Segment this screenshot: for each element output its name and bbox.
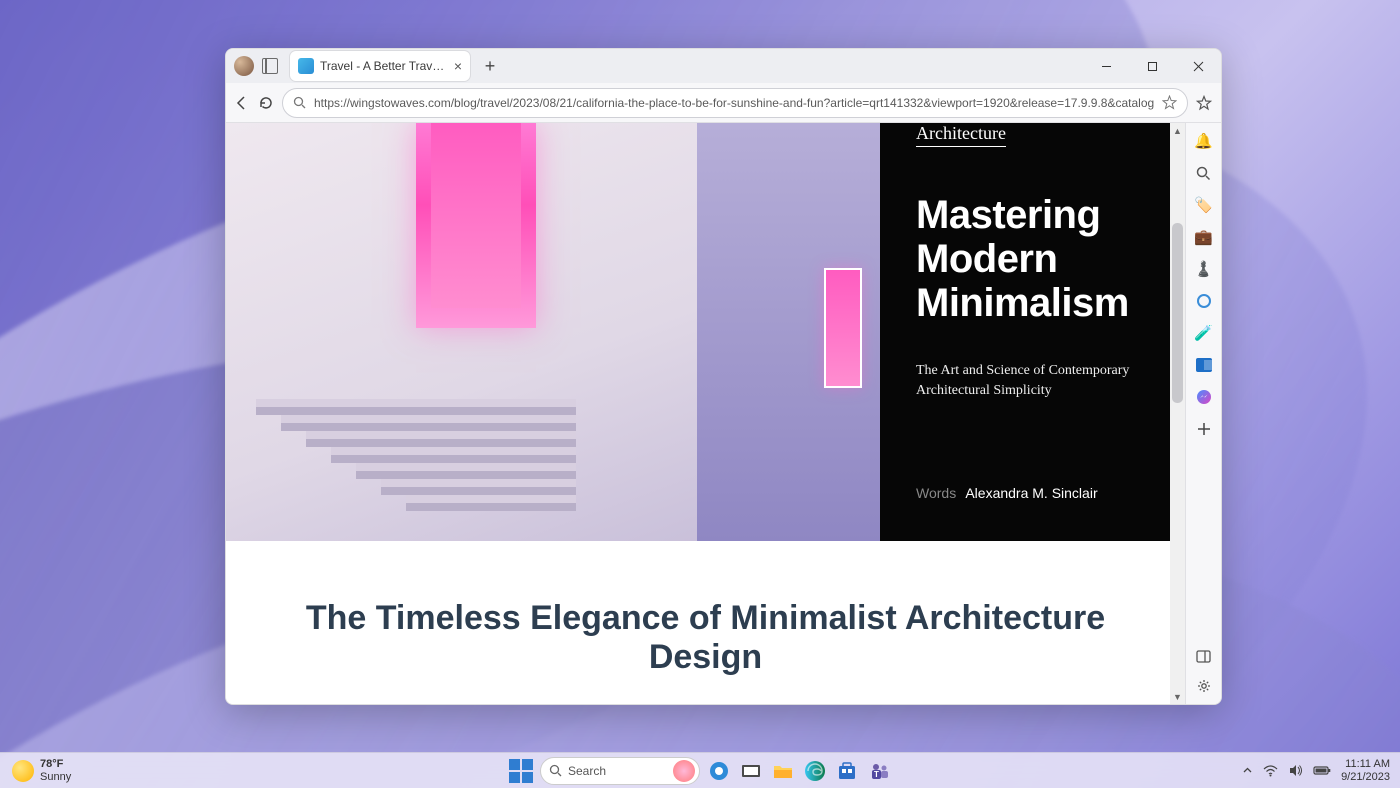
wifi-icon[interactable] [1263, 765, 1278, 777]
file-explorer-icon[interactable] [770, 758, 796, 784]
page-content: Architecture Mastering Modern Minimalism… [226, 123, 1185, 704]
article-section: The Timeless Elegance of Minimalist Arch… [226, 541, 1185, 704]
favorites-button[interactable] [1196, 89, 1212, 117]
sidebar-search-icon[interactable] [1194, 163, 1214, 183]
search-icon [293, 96, 306, 109]
title-bar: Travel - A Better Travel Experience × + [226, 49, 1221, 83]
battery-icon[interactable] [1313, 765, 1331, 776]
window-minimize-button[interactable] [1083, 49, 1129, 83]
briefcase-icon[interactable]: 💼 [1194, 227, 1214, 247]
hero-image [226, 123, 880, 541]
window-close-button[interactable] [1175, 49, 1221, 83]
tab-actions-icon[interactable] [262, 58, 278, 74]
teams-app-icon[interactable]: T [866, 758, 892, 784]
copilot-icon[interactable] [1194, 291, 1214, 311]
scroll-thumb[interactable] [1172, 223, 1183, 403]
taskbar-center: Search T [508, 757, 892, 785]
weather-sun-icon [12, 760, 34, 782]
taskbar-search[interactable]: Search [540, 757, 700, 785]
tray-chevron-icon[interactable] [1242, 765, 1253, 776]
url-text: https://wingstowaves.com/blog/travel/202… [314, 96, 1154, 110]
edge-app-icon[interactable] [802, 758, 828, 784]
tag-icon[interactable]: 🏷️ [1194, 195, 1214, 215]
volume-icon[interactable] [1288, 764, 1303, 777]
window-maximize-button[interactable] [1129, 49, 1175, 83]
tab-title: Travel - A Better Travel Experience [320, 59, 448, 73]
refresh-button[interactable] [258, 89, 274, 117]
notifications-icon[interactable]: 🔔 [1194, 131, 1214, 151]
new-tab-button[interactable]: + [478, 56, 502, 77]
start-button[interactable] [508, 758, 534, 784]
desktop-background: Travel - A Better Travel Experience × + … [0, 0, 1400, 788]
back-button[interactable] [234, 89, 250, 117]
favorite-star-icon[interactable] [1162, 95, 1177, 110]
hero-author: Words Alexandra M. Sinclair [916, 485, 1149, 501]
taskbar-tray: 11:11 AM 9/21/2023 [1242, 758, 1390, 783]
scroll-up-arrow[interactable]: ▲ [1170, 123, 1185, 138]
edge-sidebar: 🔔 🏷️ 💼 ♟️ 🧪 [1185, 123, 1221, 704]
svg-text:T: T [874, 770, 879, 779]
collections-button[interactable] [1220, 89, 1222, 117]
taskbar-weather[interactable]: 78°F Sunny [12, 758, 71, 782]
outlook-icon[interactable] [1194, 355, 1214, 375]
tab-close-icon[interactable]: × [454, 59, 462, 73]
store-app-icon[interactable] [834, 758, 860, 784]
address-bar[interactable]: https://wingstowaves.com/blog/travel/202… [282, 88, 1188, 118]
scroll-down-arrow[interactable]: ▼ [1170, 689, 1185, 704]
hero-title: Mastering Modern Minimalism [916, 193, 1149, 325]
sidebar-panel-icon[interactable] [1194, 646, 1214, 666]
hero-category: Architecture [916, 123, 1006, 147]
search-highlight-icon [673, 760, 695, 782]
task-view-icon[interactable] [738, 758, 764, 784]
copilot-app-icon[interactable] [706, 758, 732, 784]
hero-subtitle: The Art and Science of Contemporary Arch… [916, 361, 1149, 400]
profile-avatar[interactable] [234, 56, 254, 76]
browser-tab[interactable]: Travel - A Better Travel Experience × [290, 51, 470, 81]
search-icon [549, 764, 562, 777]
browser-window: Travel - A Better Travel Experience × + … [225, 48, 1222, 705]
taskbar-clock[interactable]: 11:11 AM 9/21/2023 [1341, 758, 1390, 783]
article-heading: The Timeless Elegance of Minimalist Arch… [296, 599, 1115, 677]
chess-icon[interactable]: ♟️ [1194, 259, 1214, 279]
messenger-icon[interactable] [1194, 387, 1214, 407]
taskbar: 78°F Sunny Search T 11:11 AM [0, 752, 1400, 788]
hero-text-panel: Architecture Mastering Modern Minimalism… [880, 123, 1185, 541]
sidebar-add-icon[interactable] [1194, 419, 1214, 439]
tab-favicon [298, 58, 314, 74]
hero-section: Architecture Mastering Modern Minimalism… [226, 123, 1185, 541]
design-icon[interactable]: 🧪 [1194, 323, 1214, 343]
sidebar-settings-icon[interactable] [1194, 676, 1214, 696]
nav-bar: https://wingstowaves.com/blog/travel/202… [226, 83, 1221, 123]
page-scrollbar[interactable]: ▲ ▼ [1170, 123, 1185, 704]
